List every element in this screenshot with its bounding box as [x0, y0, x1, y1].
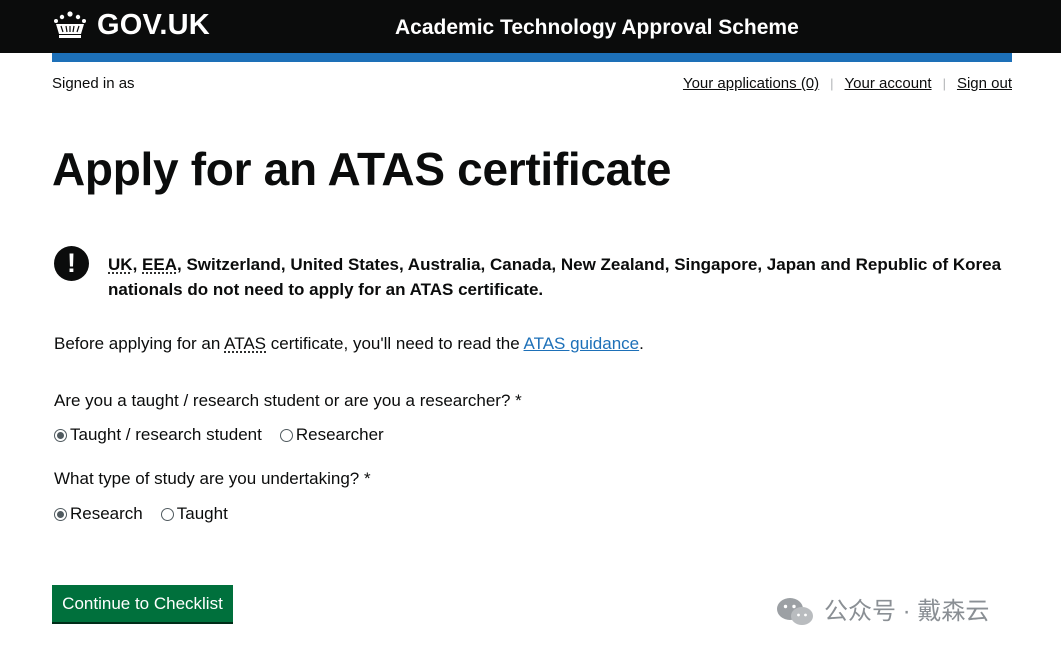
student-type-radios: Taught / research student Researcher — [54, 423, 402, 447]
account-navigation: Your applications (0) | Your account | S… — [683, 75, 1012, 93]
radio-researcher[interactable]: Researcher — [279, 423, 384, 447]
watermark-text: 公众号 · 戴森云 — [824, 598, 990, 625]
logo-text: GOV.UK — [97, 9, 210, 41]
radio-indicator[interactable] — [160, 507, 174, 521]
radio-label: Research — [70, 504, 143, 523]
radio-taught[interactable]: Taught — [160, 502, 228, 526]
your-account-link[interactable]: Your account — [845, 75, 932, 93]
radio-research[interactable]: Research — [54, 502, 143, 526]
abbr-eea: EEA — [142, 255, 177, 274]
intro-text-after: . — [639, 334, 644, 353]
intro-text-before: Before applying for an — [54, 334, 221, 353]
continue-to-checklist-button[interactable]: Continue to Checklist — [52, 585, 233, 622]
your-applications-link[interactable]: Your applications (0) — [683, 75, 819, 93]
sign-out-link[interactable]: Sign out — [957, 75, 1012, 93]
govuk-logo-link[interactable]: GOV.UK — [52, 10, 210, 40]
study-type-question: What type of study are you undertaking? … — [54, 469, 371, 488]
nav-separator: | — [942, 76, 946, 91]
page-title: Apply for an ATAS certificate — [52, 143, 672, 195]
abbr-uk: UK — [108, 255, 133, 274]
service-name[interactable]: Academic Technology Approval Scheme — [395, 14, 799, 42]
wechat-icon — [777, 598, 813, 625]
abbr-atas: ATAS — [224, 334, 267, 353]
crown-icon — [54, 11, 86, 38]
study-type-radios: Research Taught — [54, 502, 246, 526]
intro-paragraph: Before applying for an ATAS certificate,… — [54, 332, 644, 356]
intro-text-middle: certificate, you'll need to read the — [270, 334, 520, 353]
watermark: 公众号 · 戴森云 — [776, 596, 989, 628]
warning-separator: , — [132, 255, 138, 274]
warning-text: UK, EEA, Switzerland, United States, Aus… — [108, 252, 1008, 302]
site-header: GOV.UK Academic Technology Approval Sche… — [0, 0, 1061, 53]
radio-selected-indicator[interactable] — [54, 428, 67, 442]
radio-label: Taught — [176, 504, 228, 523]
nav-separator: | — [830, 76, 834, 91]
header-accent-bar — [52, 53, 1012, 62]
warning-body: , Switzerland, United States, Australia,… — [108, 255, 1002, 299]
student-type-question: Are you a taught / research student or a… — [54, 391, 522, 410]
radio-label: Taught / research student — [70, 425, 262, 444]
radio-label: Researcher — [295, 425, 384, 444]
warning-icon: ! — [54, 246, 89, 281]
radio-selected-indicator[interactable] — [54, 507, 67, 521]
radio-taught-research-student[interactable]: Taught / research student — [54, 423, 262, 447]
atas-guidance-link[interactable]: ATAS guidance — [524, 334, 640, 353]
signed-in-text: Signed in as — [52, 75, 135, 92]
radio-indicator[interactable] — [279, 428, 293, 442]
